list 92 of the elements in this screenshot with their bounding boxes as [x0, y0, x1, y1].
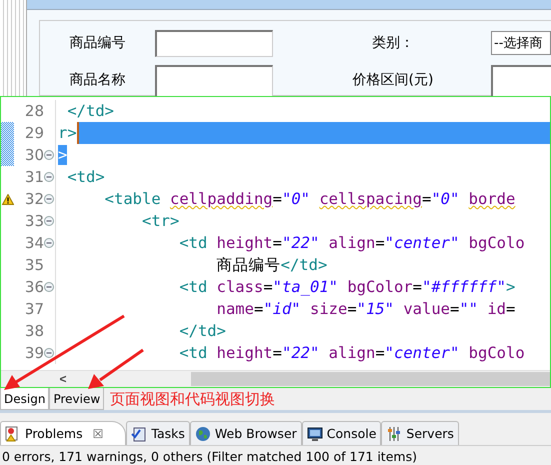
code-token: = — [263, 277, 273, 297]
code-token: "center" — [384, 233, 460, 253]
code-token: value — [403, 299, 450, 319]
line-number: 28 — [24, 102, 44, 120]
code-token: = — [506, 299, 516, 319]
code-token: "ta_01" — [272, 277, 339, 297]
field-label: 商品名称 — [70, 71, 126, 89]
code-token: cellpadding — [170, 189, 273, 209]
line-number: 39 — [24, 344, 44, 362]
field-label: 价格区间(元) — [352, 71, 434, 89]
code-token: borde — [468, 189, 516, 209]
panel-tab[interactable]: Problems ☒ — [0, 421, 126, 445]
code-token: bgColor — [347, 277, 413, 297]
collapse-icon[interactable] — [44, 238, 54, 248]
code-token: class — [216, 277, 264, 297]
input-field[interactable] — [155, 30, 273, 56]
code-token: size — [310, 299, 348, 319]
code-token: cellspacing — [319, 189, 422, 209]
line-number: 32 — [24, 190, 44, 208]
code-token: "center" — [384, 343, 460, 363]
code-token: = — [272, 189, 282, 209]
collapse-icon[interactable] — [44, 172, 54, 182]
sliders-icon — [386, 426, 402, 442]
code-token: r> — [58, 123, 77, 143]
code-token: "id" — [263, 299, 302, 319]
code-token: "22" — [282, 343, 320, 363]
collapse-icon[interactable] — [44, 150, 54, 160]
line-number: 31 — [24, 168, 44, 186]
view-tab[interactable]: Design — [0, 388, 50, 410]
code-token: = — [375, 233, 385, 253]
code-token: "0" — [431, 189, 460, 209]
collapse-icon[interactable] — [44, 194, 54, 204]
line-number: 36 — [24, 278, 44, 296]
code-token: > — [58, 145, 68, 165]
code-token: <td — [178, 343, 208, 363]
line-number: 29 — [24, 124, 44, 142]
monitor-icon — [306, 426, 323, 442]
close-icon[interactable]: ☒ — [92, 426, 104, 440]
code-token: <tr> — [140, 211, 180, 231]
line-number: 34 — [24, 234, 44, 252]
code-text: 商品编号 — [216, 255, 281, 275]
code-token: "#ffffff" — [422, 277, 506, 297]
code-token: "0" — [282, 189, 311, 209]
code-token: </td> — [178, 321, 226, 341]
panel-tab[interactable]: Tasks — [126, 421, 190, 445]
code-token: name — [216, 299, 254, 319]
line-number: 30 — [24, 146, 44, 164]
input-field[interactable] — [155, 65, 273, 96]
code-token: = — [450, 299, 460, 319]
line-number: 38 — [24, 322, 44, 340]
code-token: = — [375, 343, 385, 363]
scroll-left-button[interactable]: < — [55, 371, 71, 387]
code-token: = — [412, 277, 422, 297]
code-token: <td — [178, 277, 208, 297]
panel-tab[interactable]: Console — [302, 421, 382, 445]
clipboard-icon — [131, 426, 148, 442]
panel-tab[interactable]: Web Browser — [190, 421, 302, 445]
code-token: bgColo — [468, 233, 525, 253]
code-token: bgColo — [468, 343, 525, 363]
code-token: "22" — [282, 233, 320, 253]
code-token: align — [328, 233, 376, 253]
code-token: <td> — [66, 167, 105, 187]
code-token: align — [328, 343, 376, 363]
category-select[interactable]: --选择商 — [491, 31, 551, 55]
line-number: 33 — [24, 212, 44, 230]
code-token: </td> — [280, 255, 328, 275]
code-token: height — [216, 343, 273, 363]
line-number: 37 — [24, 300, 44, 318]
field-label: 商品编号 — [70, 34, 126, 52]
code-token: = — [422, 189, 432, 209]
panel-tab[interactable]: Servers — [381, 421, 459, 445]
code-token: = — [347, 299, 357, 319]
collapse-icon[interactable] — [44, 216, 54, 226]
view-tab[interactable]: Preview — [49, 388, 104, 410]
code-token: </td> — [66, 101, 114, 121]
code-token: id — [487, 299, 506, 319]
code-editor[interactable] — [0, 96, 551, 388]
code-token: > — [506, 277, 516, 297]
code-token: = — [272, 343, 282, 363]
collapse-icon[interactable] — [44, 282, 54, 292]
collapse-icon[interactable] — [44, 348, 54, 358]
code-token: "15" — [356, 299, 395, 319]
code-token: <td — [178, 233, 208, 253]
code-token: "" — [459, 299, 480, 319]
code-token: <table — [104, 189, 162, 209]
line-number: 35 — [24, 256, 44, 274]
annotation-text: 页面视图和代码视图切换 — [110, 390, 276, 408]
code-token: = — [272, 233, 282, 253]
code-token: height — [216, 233, 273, 253]
code-token: = — [254, 299, 264, 319]
globe-icon — [194, 426, 211, 442]
scrollbar-thumb[interactable] — [191, 372, 550, 386]
